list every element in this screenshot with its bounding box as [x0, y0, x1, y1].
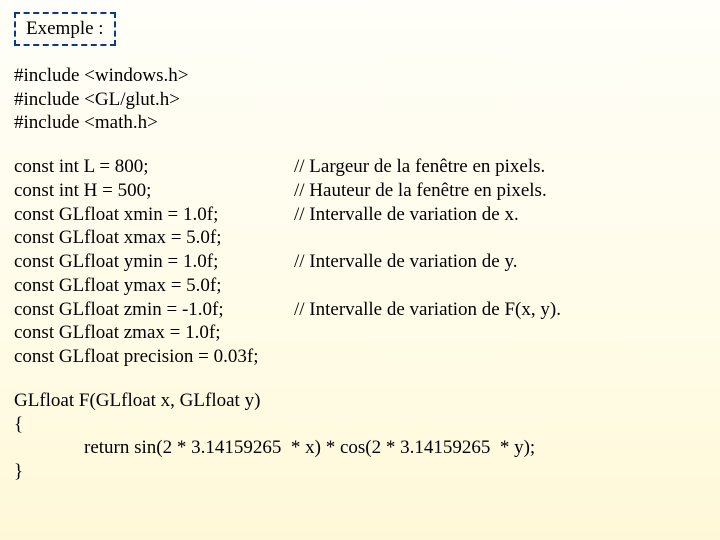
example-title-box: Exemple :	[14, 12, 116, 46]
const-decl: const GLfloat zmin = -1.0f;	[14, 298, 294, 322]
example-title: Exemple :	[26, 18, 104, 39]
const-line: const GLfloat zmin = -1.0f; // Intervall…	[14, 298, 706, 322]
const-comment: // Hauteur de la fenêtre en pixels.	[294, 179, 547, 203]
const-line: const int L = 800; // Largeur de la fenê…	[14, 155, 706, 179]
page: Exemple : #include <windows.h> #include …	[0, 0, 720, 496]
const-decl: const GLfloat zmax = 1.0f;	[14, 321, 294, 345]
const-line: const GLfloat xmax = 5.0f;	[14, 226, 706, 250]
const-line: const int H = 500; // Hauteur de la fenê…	[14, 179, 706, 203]
include-line: #include <math.h>	[14, 111, 706, 135]
const-line: const GLfloat ymax = 5.0f;	[14, 274, 706, 298]
spacer	[14, 369, 706, 389]
const-decl: const GLfloat ymax = 5.0f;	[14, 274, 294, 298]
const-comment: // Intervalle de variation de x.	[294, 203, 519, 227]
consts-block: const int L = 800; // Largeur de la fenê…	[14, 155, 706, 369]
const-comment: // Intervalle de variation de y.	[294, 250, 518, 274]
const-decl: const GLfloat precision = 0.03f;	[14, 345, 294, 369]
brace-close: }	[14, 460, 706, 484]
function-body: return sin(2 * 3.14159265 * x) * cos(2 *…	[14, 436, 706, 460]
const-line: const GLfloat xmin = 1.0f; // Intervalle…	[14, 203, 706, 227]
const-comment: // Largeur de la fenêtre en pixels.	[294, 155, 545, 179]
const-line: const GLfloat ymin = 1.0f; // Intervalle…	[14, 250, 706, 274]
const-decl: const int L = 800;	[14, 155, 294, 179]
brace-open: {	[14, 413, 706, 437]
const-comment: // Intervalle de variation de F(x, y).	[294, 298, 561, 322]
const-decl: const int H = 500;	[14, 179, 294, 203]
const-decl: const GLfloat xmin = 1.0f;	[14, 203, 294, 227]
const-decl: const GLfloat ymin = 1.0f;	[14, 250, 294, 274]
includes-block: #include <windows.h> #include <GL/glut.h…	[14, 64, 706, 135]
const-decl: const GLfloat xmax = 5.0f;	[14, 226, 294, 250]
const-line: const GLfloat precision = 0.03f;	[14, 345, 706, 369]
function-block: GLfloat F(GLfloat x, GLfloat y) { return…	[14, 389, 706, 484]
include-line: #include <GL/glut.h>	[14, 88, 706, 112]
include-line: #include <windows.h>	[14, 64, 706, 88]
spacer	[14, 135, 706, 155]
const-line: const GLfloat zmax = 1.0f;	[14, 321, 706, 345]
function-signature: GLfloat F(GLfloat x, GLfloat y)	[14, 389, 706, 413]
